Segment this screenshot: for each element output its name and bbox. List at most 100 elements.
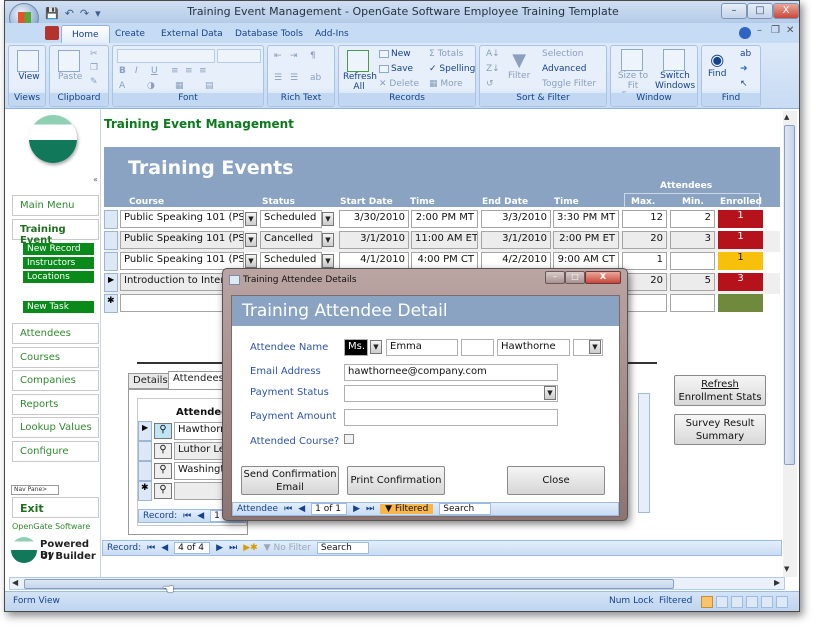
more-button[interactable]: ▦ More xyxy=(429,79,463,89)
dialog-close-form-button[interactable]: Close xyxy=(507,466,605,495)
first-record-icon[interactable]: ⏮ xyxy=(147,543,155,553)
max-cell[interactable] xyxy=(622,294,667,312)
doc-restore-icon[interactable]: ❐ xyxy=(771,25,780,36)
record-selector[interactable] xyxy=(104,231,118,250)
salutation-dropdown-icon[interactable]: ▼ xyxy=(370,340,382,354)
bullets-icon[interactable]: ☰ xyxy=(290,73,298,83)
tab-database-tools[interactable]: Database Tools xyxy=(225,25,313,43)
tab-external-data[interactable]: External Data xyxy=(151,25,233,43)
nav-companies[interactable]: Companies xyxy=(12,370,99,391)
status-cell[interactable]: Scheduled xyxy=(260,210,322,228)
dialog-maximize-button[interactable]: □ xyxy=(565,271,585,284)
datasheet-view-icon[interactable] xyxy=(716,596,728,608)
first-record-icon[interactable]: ⏮ xyxy=(183,511,191,521)
status-dropdown-icon[interactable]: ▼ xyxy=(322,254,334,268)
fill-color-icon[interactable]: ◑ xyxy=(147,81,155,91)
delete-record-button[interactable]: ✕ Delete xyxy=(379,79,419,89)
vertical-scrollbar[interactable]: ▲ ▼ xyxy=(783,111,797,577)
save-record-button[interactable]: Save xyxy=(379,64,413,74)
end-time-cell[interactable]: 2:00 PM ET xyxy=(553,231,619,249)
course-dropdown-icon[interactable]: ▼ xyxy=(245,212,257,226)
course-cell[interactable]: Public Speaking 101 (PS1 xyxy=(120,210,244,228)
view-attendee-magnifier-icon[interactable]: ⚲ xyxy=(154,423,172,439)
record-selector[interactable]: ✱ xyxy=(104,294,118,313)
align-center-icon[interactable]: ≡ xyxy=(185,66,193,76)
start-date-cell[interactable]: 3/1/2010 xyxy=(339,231,409,249)
highlight-icon[interactable]: ab xyxy=(310,73,321,83)
filter-button[interactable]: ▼ Filter xyxy=(508,50,530,81)
nav-pane-toggle[interactable]: Nav Pane> xyxy=(11,485,59,495)
maximize-button[interactable]: □ xyxy=(747,3,773,19)
decrease-indent-icon[interactable]: ⇤ xyxy=(274,51,282,61)
status-dropdown-icon[interactable]: ▼ xyxy=(322,212,334,226)
no-filter-button[interactable]: ▼ No Filter xyxy=(264,543,311,553)
end-time-cell[interactable]: 3:30 PM MT xyxy=(553,210,619,228)
start-time-cell[interactable]: 11:00 AM ET xyxy=(411,231,478,249)
min-cell[interactable] xyxy=(670,294,715,312)
bold-button[interactable]: B xyxy=(119,66,126,76)
course-dropdown-icon[interactable]: ▼ xyxy=(245,254,257,268)
prev-record-icon[interactable]: ◀ xyxy=(298,504,305,514)
nav-new-record[interactable]: New Record xyxy=(23,243,94,255)
first-record-icon[interactable]: ⏮ xyxy=(284,504,292,514)
prev-record-icon[interactable]: ◀ xyxy=(161,543,168,553)
next-record-icon[interactable]: ▶ xyxy=(216,543,223,553)
middle-name-field[interactable] xyxy=(461,339,494,356)
survey-result-summary-button[interactable]: Survey Result Summary xyxy=(674,414,766,445)
nav-instructors[interactable]: Instructors xyxy=(23,257,94,269)
min-cell[interactable]: 3 xyxy=(670,231,715,249)
nav-courses[interactable]: Courses xyxy=(12,347,99,368)
view-attendee-magnifier-icon[interactable]: ⚲ xyxy=(154,483,172,499)
advanced-button[interactable]: Advanced xyxy=(542,64,586,74)
last-record-icon[interactable]: ⏭ xyxy=(366,504,374,514)
refresh-enrollment-stats-button[interactable]: Refresh Enrollment Stats xyxy=(674,375,766,406)
record-selector[interactable]: ✱ xyxy=(138,481,152,501)
font-name-select[interactable] xyxy=(117,49,215,63)
replace-icon[interactable]: ab xyxy=(740,49,751,59)
nav-locations[interactable]: Locations xyxy=(23,271,94,283)
increase-indent-icon[interactable]: ⇥ xyxy=(290,51,298,61)
redo-icon[interactable]: ↷ xyxy=(80,7,89,20)
sort-descending-icon[interactable]: Z↓ xyxy=(486,64,500,74)
tab-add-ins[interactable]: Add-Ins xyxy=(305,25,359,43)
paste-button[interactable]: Paste xyxy=(58,50,82,82)
print-confirmation-button[interactable]: Print Confirmation xyxy=(347,466,445,495)
table-row[interactable]: Public Speaking 101 (PS1 ▼ Scheduled ▼ 3… xyxy=(104,210,780,231)
refresh-all-button[interactable]: Refresh All xyxy=(343,50,377,92)
align-right-icon[interactable]: ≡ xyxy=(199,66,207,76)
toggle-filter-button[interactable]: Toggle Filter xyxy=(542,79,596,89)
first-name-field[interactable]: Emma xyxy=(386,339,458,356)
dialog-search-input[interactable]: Search xyxy=(439,503,492,515)
course-cell[interactable]: Public Speaking 101 (PS1 xyxy=(120,231,244,249)
italic-button[interactable]: I xyxy=(135,66,138,76)
min-cell[interactable] xyxy=(670,252,715,270)
font-color-button[interactable]: A xyxy=(119,81,125,91)
gridlines-icon[interactable]: ▦ xyxy=(175,81,184,91)
doc-minimize-icon[interactable]: – xyxy=(757,25,762,36)
prev-record-icon[interactable]: ◀ xyxy=(197,511,204,521)
spelling-button[interactable]: ✓ Spelling xyxy=(429,64,475,74)
send-confirmation-email-button[interactable]: Send Confirmation Email xyxy=(241,466,339,495)
font-size-select[interactable] xyxy=(217,49,261,63)
help-icon[interactable] xyxy=(739,27,751,39)
align-left-icon[interactable]: ≡ xyxy=(171,66,179,76)
payment-amount-field[interactable] xyxy=(344,409,558,426)
sort-ascending-icon[interactable]: A↓ xyxy=(486,49,500,59)
scroll-up-icon[interactable]: ▲ xyxy=(784,113,789,121)
layout-view-icon[interactable] xyxy=(761,596,773,608)
nav-attendees[interactable]: Attendees xyxy=(12,323,99,344)
form-view-icon[interactable] xyxy=(701,596,713,608)
start-date-cell[interactable]: 3/30/2010 xyxy=(339,210,409,228)
scroll-thumb[interactable] xyxy=(784,125,795,465)
tab-create[interactable]: Create xyxy=(105,25,155,43)
pivot-table-view-icon[interactable] xyxy=(731,596,743,608)
record-selector[interactable]: ▶ xyxy=(104,273,118,292)
select-icon[interactable]: ↖ xyxy=(740,79,748,89)
course-dropdown-icon[interactable]: ▼ xyxy=(245,233,257,247)
email-field[interactable]: hawthornee@company.com xyxy=(344,364,558,381)
record-selector[interactable] xyxy=(138,461,152,481)
dialog-close-button[interactable]: X xyxy=(585,271,621,284)
undo-icon[interactable]: ↶ xyxy=(65,7,74,20)
last-name-field[interactable]: Hawthorne xyxy=(497,339,570,356)
design-view-icon[interactable] xyxy=(776,596,788,608)
